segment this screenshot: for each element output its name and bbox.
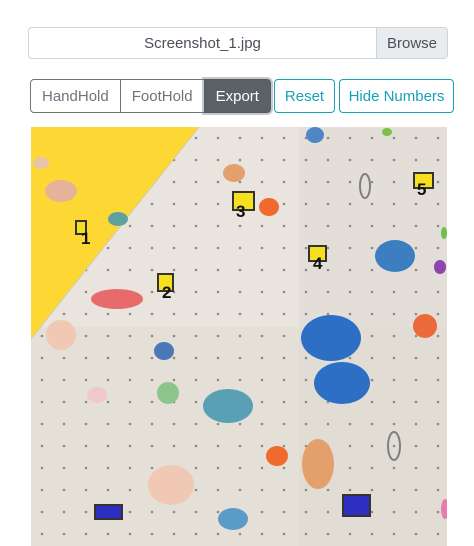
foothold-mode-button[interactable]: FootHold: [119, 79, 205, 113]
mode-button-group: HandHold FootHold Export: [30, 79, 271, 113]
browse-button[interactable]: Browse: [376, 28, 447, 58]
reset-button[interactable]: Reset: [274, 79, 335, 113]
handhold-number-3: 3: [236, 202, 246, 221]
handhold-mode-button[interactable]: HandHold: [30, 79, 121, 113]
climbing-wall-image[interactable]: 1 2 3 4 5: [31, 127, 447, 546]
handhold-number-1: 1: [81, 229, 91, 248]
export-button[interactable]: Export: [203, 79, 271, 113]
file-name-label: Screenshot_1.jpg: [144, 34, 261, 52]
handhold-number-5: 5: [417, 180, 427, 199]
foothold-marker-1[interactable]: [94, 504, 123, 520]
wall-background: [31, 127, 447, 546]
foothold-marker-2[interactable]: [342, 494, 371, 517]
handhold-number-2: 2: [162, 283, 172, 302]
hide-numbers-button[interactable]: Hide Numbers: [339, 79, 454, 113]
handhold-number-4: 4: [313, 254, 323, 273]
file-input[interactable]: Screenshot_1.jpg Browse: [28, 27, 448, 59]
